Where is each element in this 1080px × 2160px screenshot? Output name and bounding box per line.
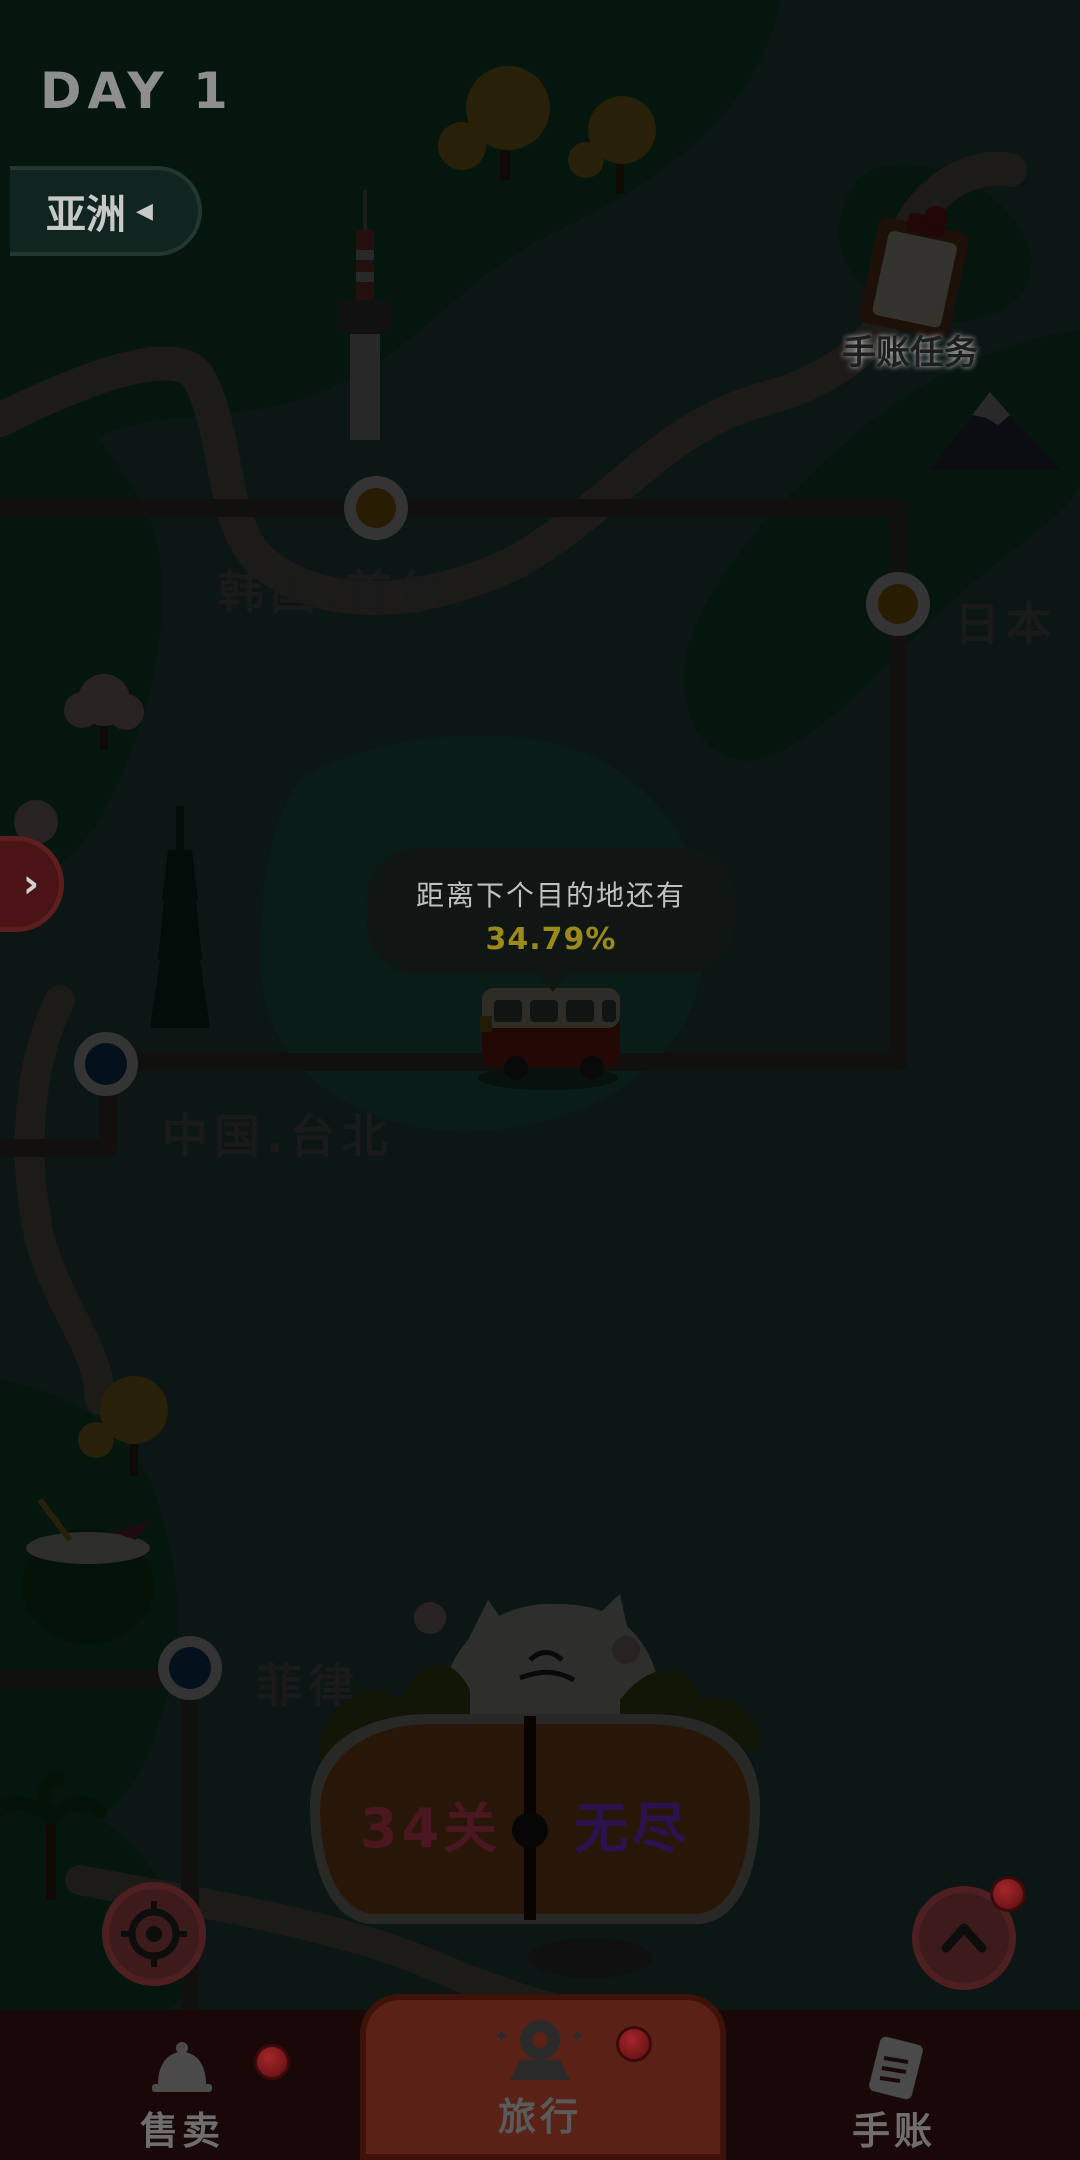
caret-left-icon: ◀: [136, 198, 153, 224]
chevron-up-icon: [941, 1923, 987, 1953]
city-node-seoul[interactable]: [344, 476, 408, 540]
level-button[interactable]: 34关: [360, 1784, 501, 1863]
city-node-japan[interactable]: [866, 572, 930, 636]
target-icon: [121, 1901, 187, 1967]
map-pin-icon: ✦ ✦: [494, 2020, 589, 2080]
button-shadow: [528, 1938, 652, 1978]
city-label-seoul: 韩国.首尔: [218, 565, 450, 619]
nav-item-sell[interactable]: 售卖: [140, 2036, 224, 2155]
svg-text:✦: ✦: [570, 2026, 589, 2047]
chevron-right-icon: ›: [22, 861, 40, 907]
locate-button[interactable]: [102, 1882, 206, 1986]
nav-item-label: 旅行: [497, 2095, 582, 2139]
nav-item-travel[interactable]: ✦ ✦ 旅行: [490, 2016, 590, 2141]
bell-icon: [152, 2042, 212, 2092]
region-tab[interactable]: 亚洲 ◀: [10, 166, 202, 256]
progress-percent: 34.79%: [485, 922, 617, 957]
city-label-taipei: 中国.台北: [162, 1109, 394, 1163]
city-node-philippines[interactable]: [158, 1636, 222, 1700]
day-label: DAY 1: [40, 62, 234, 120]
svg-text:✦: ✦: [494, 2026, 513, 2047]
endless-button[interactable]: 无尽: [574, 1784, 690, 1863]
region-tab-label: 亚洲: [46, 192, 126, 238]
progress-text: 距离下个目的地还有: [415, 879, 686, 912]
notification-badge: [254, 2044, 290, 2080]
nav-item-journal[interactable]: 手账: [852, 2036, 936, 2155]
notification-badge: [616, 2026, 652, 2062]
notebook-icon: [869, 2036, 923, 2100]
city-node-taipei[interactable]: [74, 1032, 138, 1096]
nav-item-label: 售卖: [140, 2109, 225, 2153]
city-label-japan: 日本: [954, 597, 1058, 651]
world-map[interactable]: [0, 0, 1080, 2160]
bus-icon[interactable]: [478, 988, 620, 1090]
progress-bubble: 距离下个目的地还有 34.79%: [367, 848, 735, 992]
task-label[interactable]: 手账任务: [842, 325, 978, 374]
game-screen: DAY 1 亚洲 ◀ 韩国.首尔 日本 中国.台北 菲律 手账任务 › 距离下个…: [0, 0, 1080, 2160]
city-label-philippines: 菲律: [256, 1659, 360, 1713]
notification-badge: [990, 1876, 1026, 1912]
nav-item-label: 手账: [852, 2109, 937, 2153]
